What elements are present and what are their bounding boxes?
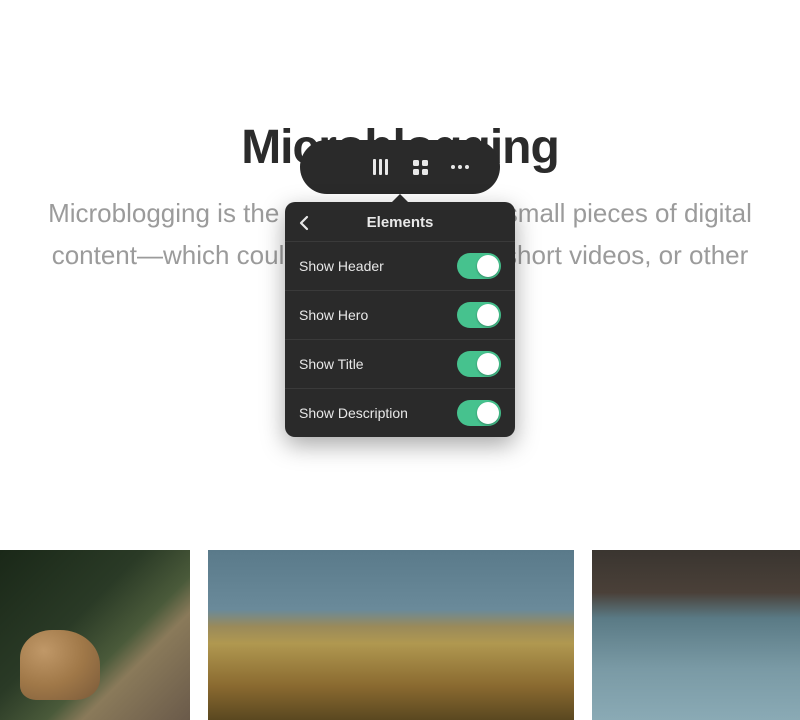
image-gallery — [0, 550, 800, 720]
toggle-show-hero[interactable] — [457, 302, 501, 328]
columns-button[interactable] — [360, 147, 400, 187]
more-icon — [451, 165, 469, 169]
option-row-show-hero: Show Hero — [285, 290, 515, 339]
toggle-show-header[interactable] — [457, 253, 501, 279]
grid-icon — [413, 160, 428, 175]
plus-icon — [331, 158, 349, 176]
option-row-show-description: Show Description — [285, 388, 515, 437]
option-label: Show Header — [299, 258, 384, 274]
toggle-show-title[interactable] — [457, 351, 501, 377]
toggle-show-description[interactable] — [457, 400, 501, 426]
editor-toolbar — [300, 140, 500, 194]
option-row-show-header: Show Header — [285, 241, 515, 290]
add-button[interactable] — [320, 147, 360, 187]
option-label: Show Title — [299, 356, 364, 372]
gallery-thumb[interactable] — [0, 550, 190, 720]
popover-title: Elements — [299, 214, 501, 231]
option-label: Show Hero — [299, 307, 368, 323]
more-button[interactable] — [440, 147, 480, 187]
option-row-show-title: Show Title — [285, 339, 515, 388]
elements-popover: Elements Show Header Show Hero Show Titl… — [285, 202, 515, 437]
columns-icon — [373, 159, 388, 175]
gallery-thumb[interactable] — [208, 550, 574, 720]
back-button[interactable] — [299, 215, 309, 231]
option-label: Show Description — [299, 405, 408, 421]
chevron-left-icon — [299, 215, 309, 231]
gallery-thumb[interactable] — [592, 550, 800, 720]
popover-header: Elements — [285, 202, 515, 241]
grid-button[interactable] — [400, 147, 440, 187]
